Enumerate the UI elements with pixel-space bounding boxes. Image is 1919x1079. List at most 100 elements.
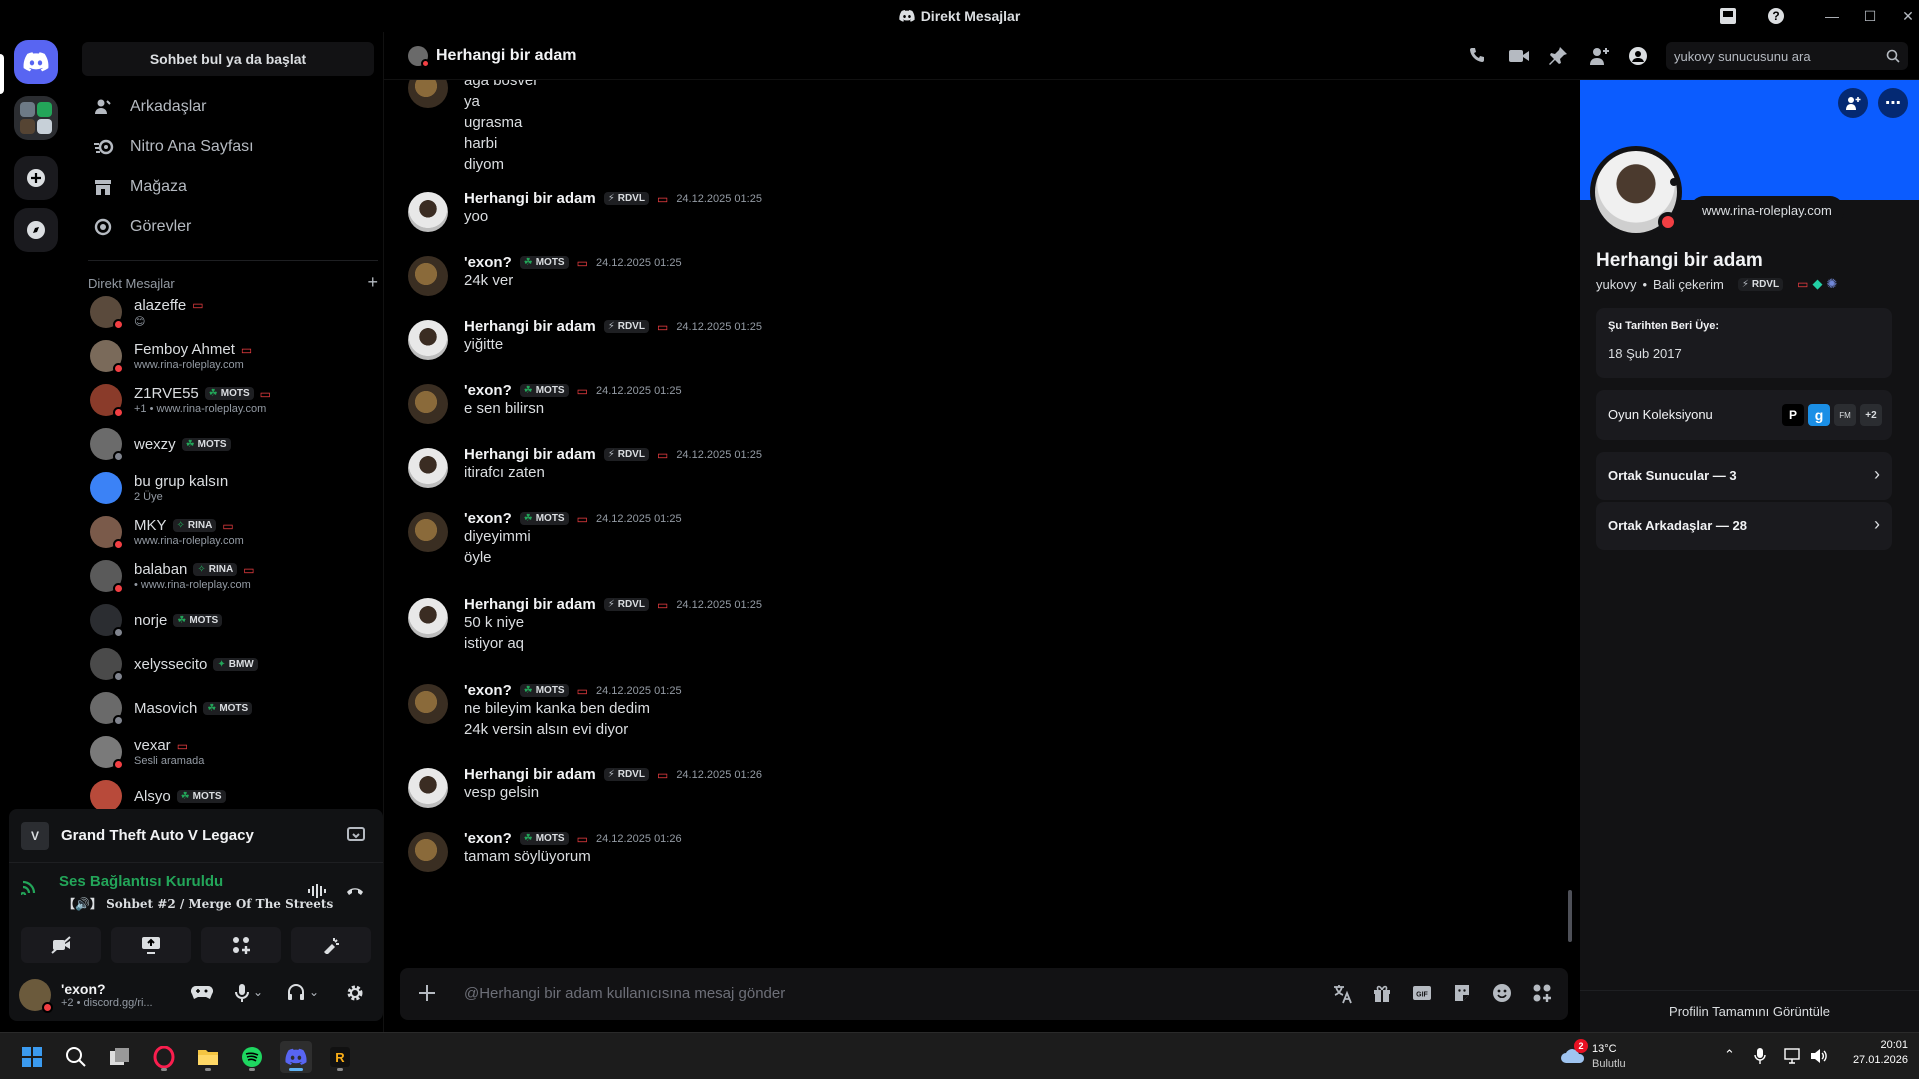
booster-badge-icon[interactable]: ✺	[1826, 276, 1837, 292]
voice-signal-icon[interactable]	[21, 877, 41, 895]
user-info[interactable]: 'exon? +2 • discord.gg/ri...	[61, 981, 171, 1009]
opera-gx-icon[interactable]	[148, 1041, 180, 1073]
game-collection-card[interactable]: Oyun Koleksiyonu P g FM +2	[1596, 390, 1892, 440]
pinned-messages-icon[interactable]	[1548, 46, 1568, 66]
show-hidden-icons-chevron-icon[interactable]: ⌃	[1724, 1047, 1735, 1063]
message-author[interactable]: Herhangi bir adam	[464, 318, 596, 335]
message[interactable]: Herhangi bir adam ⚡ RDVL ▭ 24.12.2025 01:25 i…	[408, 446, 1568, 494]
find-conversation-button[interactable]: Sohbet bul ya da başlat	[82, 42, 374, 76]
message-avatar[interactable]	[408, 192, 448, 232]
rockstar-launcher-icon[interactable]: R	[324, 1041, 356, 1073]
message-author[interactable]: Herhangi bir adam	[464, 766, 596, 783]
message-avatar[interactable]	[408, 256, 448, 296]
sticker-icon[interactable]	[1452, 983, 1472, 1003]
guild-tag[interactable]: ⚡ RDVL	[1737, 277, 1784, 291]
mutual-friends-button[interactable]: Ortak Arkadaşlar — 28 ›	[1596, 502, 1892, 550]
dm-item[interactable]: alazeffe ▭ 😊	[82, 290, 374, 334]
message[interactable]: 'exon? ☘ MOTS ▭ 24.12.2025 01:25 24k ver	[408, 254, 1568, 302]
dm-item[interactable]: Masovich ☘ MOTS	[82, 686, 374, 730]
guild-tag[interactable]: ⚡ RDVL	[603, 320, 649, 333]
guild-tag[interactable]: ☘ MOTS	[519, 256, 569, 269]
guild-tag[interactable]: ☘ MOTS	[519, 832, 569, 845]
voice-channel-name[interactable]: 【🔊】 Sohbet #2 / Merge Of The Streets	[63, 895, 333, 912]
dm-item[interactable]: MKY ✧ RINA ▭ www.rina-roleplay.com	[82, 510, 374, 554]
message-avatar[interactable]	[408, 512, 448, 552]
screen-share-button[interactable]	[111, 927, 191, 963]
dm-item[interactable]: Femboy Ahmet ▭ www.rina-roleplay.com	[82, 334, 374, 378]
voice-call-icon[interactable]	[1468, 46, 1488, 66]
guild-tag[interactable]: ☘ MOTS	[519, 384, 569, 397]
minimize-icon[interactable]: —	[1812, 0, 1852, 32]
message-avatar[interactable]	[408, 384, 448, 424]
message[interactable]: 'exon? ☘ MOTS ▭ 24.12.2025 01:26 tamam söylüy…	[408, 830, 1568, 878]
discover-icon[interactable]	[14, 208, 58, 252]
message-avatar[interactable]	[408, 80, 448, 108]
close-icon[interactable]: ✕	[1888, 0, 1919, 32]
dm-item[interactable]: vexar ▭ Sesli aramada	[82, 730, 374, 774]
gif-icon[interactable]: GIF	[1412, 983, 1432, 1003]
message-author[interactable]: Herhangi bir adam	[464, 446, 596, 463]
guild-tag[interactable]: ⚡ RDVL	[603, 768, 649, 781]
nav-nitro[interactable]: Nitro Ana Sayfası	[82, 128, 374, 166]
guild-tag[interactable]: ⚡ RDVL	[603, 598, 649, 611]
message-avatar[interactable]	[408, 832, 448, 872]
message-avatar[interactable]	[408, 448, 448, 488]
tray-microphone-icon[interactable]	[1754, 1047, 1766, 1065]
disconnect-icon[interactable]	[345, 883, 365, 897]
noise-suppression-icon[interactable]	[307, 883, 327, 899]
game-controller-icon[interactable]	[191, 985, 213, 1001]
add-server-button[interactable]	[14, 156, 58, 200]
game-overlay-icon[interactable]	[347, 826, 365, 844]
translate-icon[interactable]	[1332, 983, 1354, 1005]
camera-off-button[interactable]	[21, 927, 101, 963]
add-friends-to-dm-icon[interactable]	[1588, 46, 1610, 66]
spotify-icon[interactable]	[236, 1041, 268, 1073]
chat-scrollbar[interactable]	[1568, 890, 1572, 942]
message[interactable]: 'exon? ☘ MOTS ▭ 24.12.2025 01:25 ne bileyim k…	[408, 682, 1568, 756]
message[interactable]: 'exon? ☘ MOTS ▭ 24.12.2025 01:25 diyeyimmi öyl…	[408, 510, 1568, 584]
activities-button[interactable]	[201, 927, 281, 963]
volume-icon[interactable]	[1810, 1048, 1828, 1064]
windows-start-icon[interactable]	[16, 1041, 48, 1073]
recipient-name[interactable]: Herhangi bir adam	[436, 47, 576, 65]
direct-messages-home-button[interactable]	[14, 40, 58, 84]
server-search-input[interactable]: yukovy sunucusunu ara	[1666, 42, 1908, 70]
message[interactable]: Herhangi bir adam ⚡ RDVL ▭ 24.12.2025 01:25 y…	[408, 190, 1568, 238]
add-friend-button[interactable]	[1838, 88, 1868, 118]
message-input[interactable]: @Herhangi bir adam kullanıcısına mesaj g…	[464, 985, 785, 1002]
guild-tag[interactable]: ⚡ RDVL	[603, 192, 649, 205]
inbox-icon[interactable]	[1708, 0, 1748, 32]
help-icon[interactable]: ?	[1756, 0, 1796, 32]
server-folder[interactable]	[14, 96, 58, 140]
dm-item[interactable]: wexzy ☘ MOTS	[82, 422, 374, 466]
taskbar-search-icon[interactable]	[60, 1041, 92, 1073]
dm-item[interactable]: Z1RVE55 ☘ MOTS ▭ +1 • www.rina-roleplay.com	[82, 378, 374, 422]
message-author[interactable]: Herhangi bir adam	[464, 190, 596, 207]
nav-shop[interactable]: Mağaza	[82, 168, 374, 206]
message-avatar[interactable]	[408, 320, 448, 360]
message[interactable]: Herhangi bir adam ⚡ RDVL ▭ 24.12.2025 01:25 y…	[408, 318, 1568, 366]
message[interactable]: Herhangi bir adam ⚡ RDVL ▭ 24.12.2025 01:25 5…	[408, 596, 1568, 670]
game-activity[interactable]: V Grand Theft Auto V Legacy	[9, 809, 383, 863]
dm-item[interactable]: bu grup kalsın 2 Üye	[82, 466, 374, 510]
user-avatar[interactable]	[19, 979, 53, 1013]
message-author[interactable]: 'exon?	[464, 510, 512, 527]
mic-options-chevron-icon[interactable]: ⌄	[253, 985, 263, 999]
nav-quests[interactable]: Görevler	[82, 208, 374, 246]
create-dm-button[interactable]: +	[367, 273, 378, 291]
user-profile-icon[interactable]	[1628, 46, 1648, 66]
more-options-icon[interactable]: ⋯	[1878, 88, 1908, 118]
message-author[interactable]: 'exon?	[464, 830, 512, 847]
recipient-avatar[interactable]	[408, 46, 430, 68]
dm-item[interactable]: balaban ✧ RINA ▭ • www.rina-roleplay.com	[82, 554, 374, 598]
diamond-badge-icon[interactable]: ◆	[1812, 276, 1822, 292]
message-author[interactable]: Herhangi bir adam	[464, 596, 596, 613]
nav-friends[interactable]: Arkadaşlar	[82, 88, 374, 126]
guild-tag[interactable]: ⚡ RDVL	[603, 448, 649, 461]
message-avatar[interactable]	[408, 598, 448, 638]
message-author[interactable]: 'exon?	[464, 254, 512, 271]
microphone-icon[interactable]	[235, 983, 249, 1003]
message[interactable]: 'exon? ☘ MOTS ▭ 24.12.2025 01:25 e sen bilirs…	[408, 382, 1568, 430]
maximize-icon[interactable]: ☐	[1850, 0, 1890, 32]
network-icon[interactable]	[1784, 1048, 1802, 1064]
